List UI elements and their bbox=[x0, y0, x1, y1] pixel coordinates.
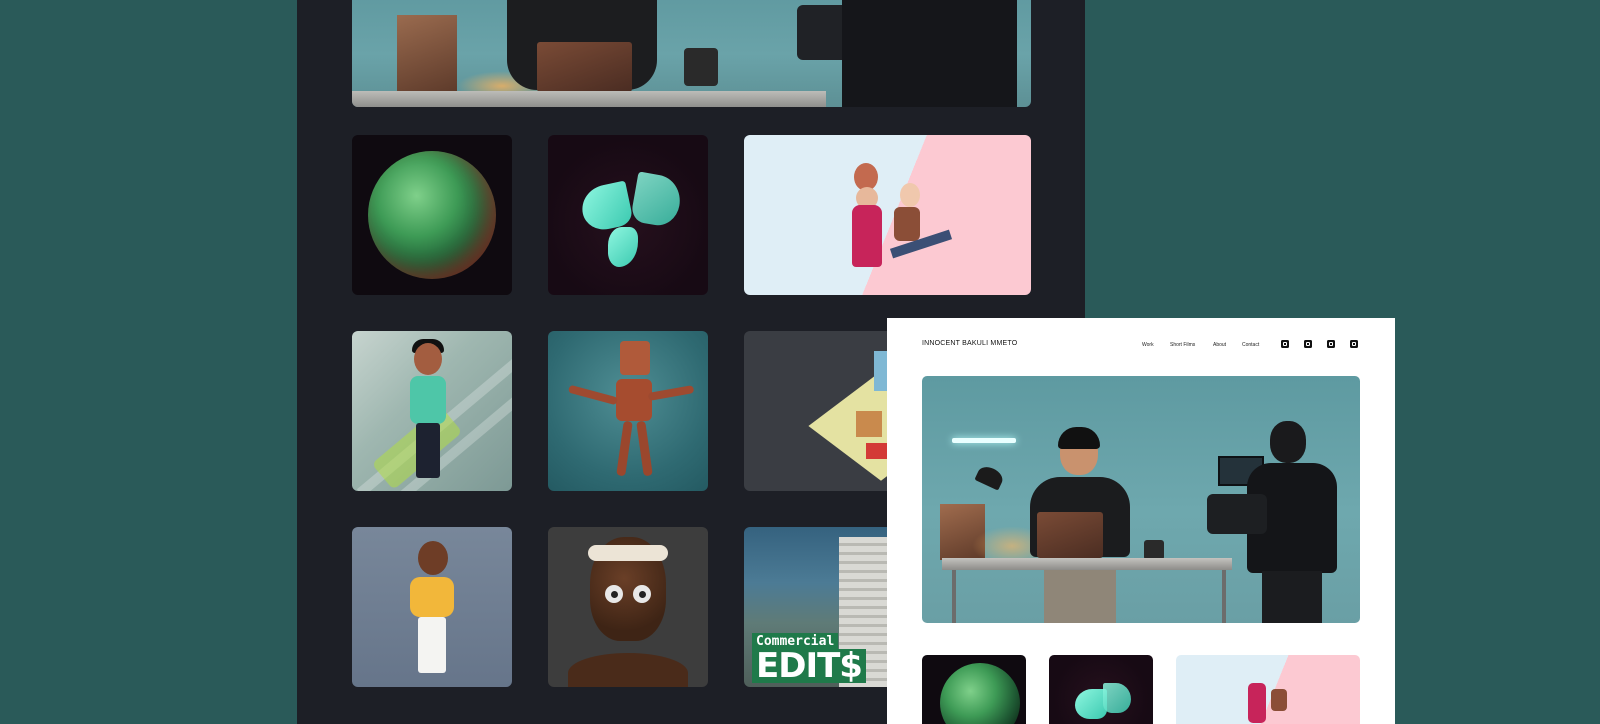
proposal-illustration-image[interactable] bbox=[744, 135, 1031, 295]
laptop bbox=[1037, 512, 1103, 558]
person-beanie bbox=[1058, 427, 1100, 449]
nav-work[interactable]: Work bbox=[1142, 342, 1154, 348]
nav-contact[interactable]: Contact bbox=[1242, 342, 1259, 348]
butterfly-right-wing bbox=[630, 171, 684, 229]
planet-rim bbox=[368, 151, 496, 279]
headband bbox=[588, 545, 668, 561]
desk bbox=[352, 91, 826, 107]
operator-legs bbox=[1262, 571, 1322, 623]
website-preview: INNOCENT BAKULI MMETO Work Short Films A… bbox=[887, 318, 1395, 724]
robot-body bbox=[616, 379, 652, 421]
shoulders bbox=[568, 653, 688, 687]
man-head bbox=[900, 183, 920, 207]
desk-box bbox=[397, 15, 457, 93]
white-pants bbox=[418, 617, 446, 673]
pen-cup bbox=[684, 48, 718, 86]
woman-dress bbox=[1248, 683, 1266, 723]
hero-film-set-image[interactable] bbox=[352, 0, 1031, 107]
desk-leg bbox=[1222, 570, 1226, 623]
mail-icon[interactable] bbox=[1281, 340, 1289, 348]
robot-render-image[interactable] bbox=[548, 331, 708, 491]
camera-rig bbox=[1207, 494, 1267, 534]
man-body bbox=[1271, 689, 1287, 711]
desk bbox=[942, 558, 1232, 570]
boy-with-phone-illustration[interactable] bbox=[352, 331, 512, 491]
hero-film-set-image[interactable] bbox=[922, 376, 1360, 623]
butterfly-thumbnail[interactable] bbox=[1049, 655, 1153, 724]
right-eye bbox=[633, 585, 651, 603]
desk-leg bbox=[952, 570, 956, 623]
yellow-sweater bbox=[410, 577, 454, 617]
boy-head bbox=[414, 343, 442, 375]
robot-right-leg bbox=[636, 420, 653, 477]
man-body bbox=[894, 207, 920, 241]
planet bbox=[940, 663, 1020, 724]
twitter-icon[interactable] bbox=[1304, 340, 1312, 348]
woman-dress bbox=[852, 205, 882, 267]
tube-light bbox=[952, 438, 1016, 443]
butterfly-image[interactable] bbox=[548, 135, 708, 295]
nav-about[interactable]: About bbox=[1213, 342, 1226, 348]
3d-face-render-image[interactable] bbox=[548, 527, 708, 687]
youtube-icon[interactable] bbox=[1350, 340, 1358, 348]
pen-cup bbox=[1144, 540, 1164, 560]
boy-pants bbox=[416, 423, 440, 478]
robot-right-arm bbox=[647, 385, 695, 401]
nav-short-films[interactable]: Short Films bbox=[1170, 342, 1195, 348]
operator-head bbox=[1270, 421, 1306, 463]
robot-head bbox=[620, 341, 650, 375]
robot-left-arm bbox=[567, 384, 619, 406]
boy-head bbox=[418, 541, 448, 575]
desk-lamp bbox=[974, 463, 1006, 491]
camera-operator bbox=[842, 0, 1017, 107]
boy-sweater bbox=[410, 376, 446, 424]
proposal-thumbnail[interactable] bbox=[1176, 655, 1360, 724]
isometric-house bbox=[856, 411, 882, 437]
butterfly-wing bbox=[1103, 683, 1131, 713]
instagram-icon[interactable] bbox=[1327, 340, 1335, 348]
butterfly-lower-wing bbox=[608, 227, 638, 267]
isometric-roof bbox=[866, 443, 888, 459]
left-eye bbox=[605, 585, 623, 603]
laptop bbox=[537, 42, 632, 92]
boy-yellow-sweater-illustration[interactable] bbox=[352, 527, 512, 687]
butterfly-left-wing bbox=[577, 180, 635, 234]
edits-label: EDIT$ bbox=[752, 649, 866, 683]
site-brand[interactable]: INNOCENT BAKULI MMETO bbox=[922, 340, 1017, 347]
green-planet-image[interactable] bbox=[352, 135, 512, 295]
person-pants bbox=[1044, 569, 1116, 623]
green-planet-thumbnail[interactable] bbox=[922, 655, 1026, 724]
robot-left-leg bbox=[616, 420, 633, 477]
